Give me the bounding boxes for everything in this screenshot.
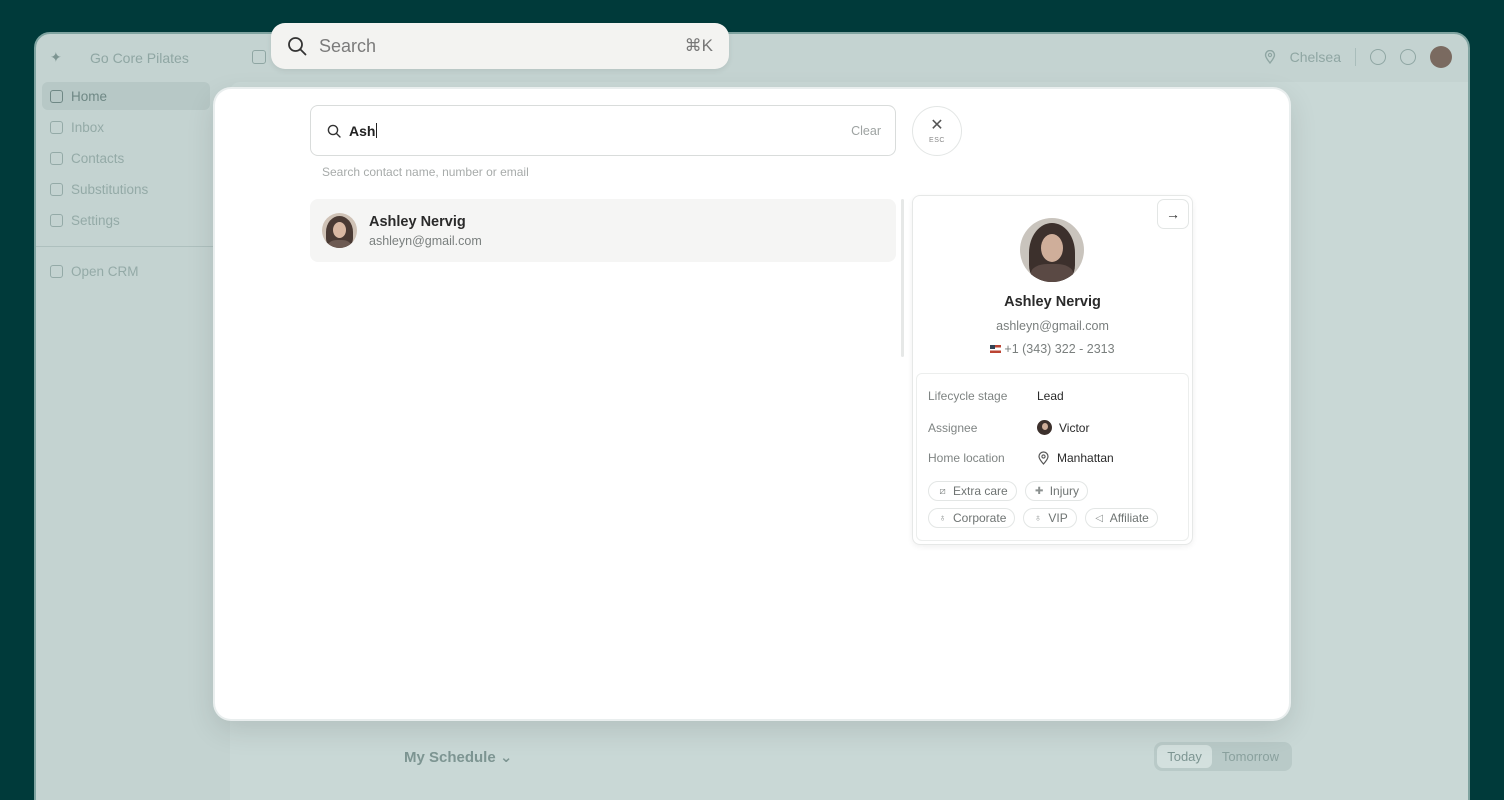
sidebar: Home Inbox Contacts Substitutions Settin… — [36, 82, 216, 800]
sidebar-item-label: Substitutions — [71, 181, 149, 197]
contact-phone-row: +1 (343) 322 - 2313 — [913, 342, 1192, 356]
text-caret — [376, 122, 378, 138]
tag-label: Extra care — [953, 484, 1008, 498]
tag-corporate[interactable]: ♁ Corporate — [928, 508, 1016, 528]
location-pin-icon — [1264, 50, 1275, 64]
contact-search-input[interactable]: Ash Clear — [310, 105, 896, 156]
gear-icon — [50, 213, 63, 227]
global-search-bar[interactable]: Search ⌘K — [271, 23, 729, 69]
tag-label: VIP — [1048, 511, 1068, 525]
sidebar-item-label: Inbox — [71, 119, 105, 135]
result-name: Ashley Nervig — [369, 213, 466, 230]
location-name: Manhattan — [1057, 451, 1114, 465]
award-icon: ♁ — [1034, 512, 1042, 524]
sidebar-item-label: Home — [71, 88, 108, 104]
globe-icon[interactable] — [1370, 49, 1386, 65]
contact-phone: +1 (343) 322 - 2313 — [1004, 342, 1115, 356]
schedule-dropdown[interactable]: My Schedule ⌄ — [404, 748, 512, 766]
users-icon — [50, 182, 63, 196]
schedule-label: My Schedule — [404, 749, 496, 766]
detail-label: Lifecycle stage — [928, 389, 1008, 403]
close-button[interactable]: ✕ ESC — [912, 106, 962, 156]
tag-label: Affiliate — [1109, 511, 1149, 525]
contact-email: ashleyn@gmail.com — [996, 319, 1109, 333]
contact-preview-card: → Ashley Nervig ashleyn@gmail.com +1 (34… — [912, 195, 1193, 545]
topbar-right: Chelsea — [1264, 46, 1452, 68]
megaphone-icon: ◁ — [1095, 512, 1104, 524]
sidebar-item-home[interactable]: Home — [42, 82, 210, 110]
contact-name: Ashley Nervig — [1004, 294, 1101, 310]
inbox-icon — [50, 120, 63, 134]
result-email: ashleyn@gmail.com — [369, 233, 482, 248]
us-flag-icon — [990, 345, 1002, 353]
search-placeholder: Search — [319, 35, 377, 56]
lifecycle-value[interactable]: Lead — [1037, 389, 1064, 403]
search-icon — [327, 124, 341, 138]
close-icon: ✕ — [930, 117, 944, 134]
sidebar-divider — [36, 246, 216, 247]
contacts-icon — [50, 151, 63, 165]
sidebar-item-inbox[interactable]: Inbox — [42, 113, 210, 141]
sidebar-item-contacts[interactable]: Contacts — [42, 144, 210, 172]
lifecycle-row: Lifecycle stage Lead — [928, 389, 1064, 403]
location-row: Home location Manhattan — [928, 451, 1114, 465]
tag-label: Corporate — [953, 511, 1007, 525]
location-value[interactable]: Manhattan — [1037, 451, 1114, 465]
bandage-icon: ⧄ — [939, 485, 946, 497]
scrollbar[interactable] — [901, 199, 904, 357]
sidebar-toggle-icon[interactable] — [252, 50, 266, 64]
open-contact-button[interactable]: → — [1157, 199, 1189, 229]
user-avatar[interactable] — [1430, 46, 1452, 68]
tag-affiliate[interactable]: ◁ Affiliate — [1084, 508, 1158, 528]
tag-extra-care[interactable]: ⧄ Extra care — [928, 481, 1017, 501]
assignee-row: Assignee Victor — [928, 420, 1089, 435]
close-hint: ESC — [929, 137, 945, 144]
tab-tomorrow[interactable]: Tomorrow — [1212, 745, 1289, 768]
sidebar-item-settings[interactable]: Settings — [42, 206, 210, 234]
sidebar-item-open-crm[interactable]: Open CRM — [42, 257, 210, 285]
notifications-icon[interactable] — [1400, 49, 1416, 65]
home-icon — [50, 89, 63, 103]
sidebar-item-label: Open CRM — [71, 263, 139, 279]
brand-name: Go Core Pilates — [90, 50, 189, 66]
results-list: Ashley Nervig ashleyn@gmail.com — [310, 199, 896, 262]
tag-label: Injury — [1049, 484, 1080, 498]
sidebar-item-label: Contacts — [71, 150, 125, 166]
search-modal: Ash Clear ✕ ESC Search contact name, num… — [215, 89, 1289, 719]
avatar — [322, 213, 357, 248]
tag-injury[interactable]: ✚ Injury — [1024, 481, 1089, 501]
location-label[interactable]: Chelsea — [1290, 49, 1341, 65]
clear-button[interactable]: Clear — [851, 124, 881, 138]
search-hint: Search contact name, number or email — [322, 165, 529, 179]
tag-vip[interactable]: ♁ VIP — [1023, 508, 1077, 528]
tab-today[interactable]: Today — [1157, 745, 1212, 768]
brand-logo-icon: ✦ — [50, 49, 62, 65]
award-icon: ♁ — [938, 512, 947, 524]
contact-avatar — [1020, 218, 1084, 282]
search-value: Ash — [349, 122, 376, 139]
location-pin-icon — [1038, 451, 1049, 465]
detail-label: Assignee — [928, 420, 978, 435]
tag-list: ⧄ Extra care ✚ Injury ♁ Corporate ♁ VIP ◁ Aff… — [928, 481, 1178, 528]
search-value-wrap: Ash — [349, 122, 851, 139]
sidebar-item-label: Settings — [71, 212, 120, 228]
arrow-right-icon: → — [1166, 206, 1180, 222]
assignee-name: Victor — [1059, 420, 1090, 435]
app-topbar: ✦ Go Core Pilates Chelsea — [36, 34, 1468, 82]
detail-label: Home location — [928, 451, 1005, 465]
divider — [1355, 48, 1356, 66]
contact-details: Lifecycle stage Lead Assignee Victor Hom… — [916, 373, 1189, 541]
day-tabs: Today Tomorrow — [1154, 742, 1292, 771]
assignee-avatar — [1037, 420, 1052, 435]
list-item[interactable]: Ashley Nervig ashleyn@gmail.com — [310, 199, 896, 262]
cross-icon: ✚ — [1034, 485, 1044, 497]
assignee-value[interactable]: Victor — [1037, 420, 1089, 435]
keyboard-shortcut: ⌘K — [684, 36, 713, 55]
anchor-icon — [50, 264, 63, 278]
sidebar-item-substitutions[interactable]: Substitutions — [42, 175, 210, 203]
search-icon — [288, 37, 307, 56]
result-text: Ashley Nervig ashleyn@gmail.com — [369, 214, 482, 248]
